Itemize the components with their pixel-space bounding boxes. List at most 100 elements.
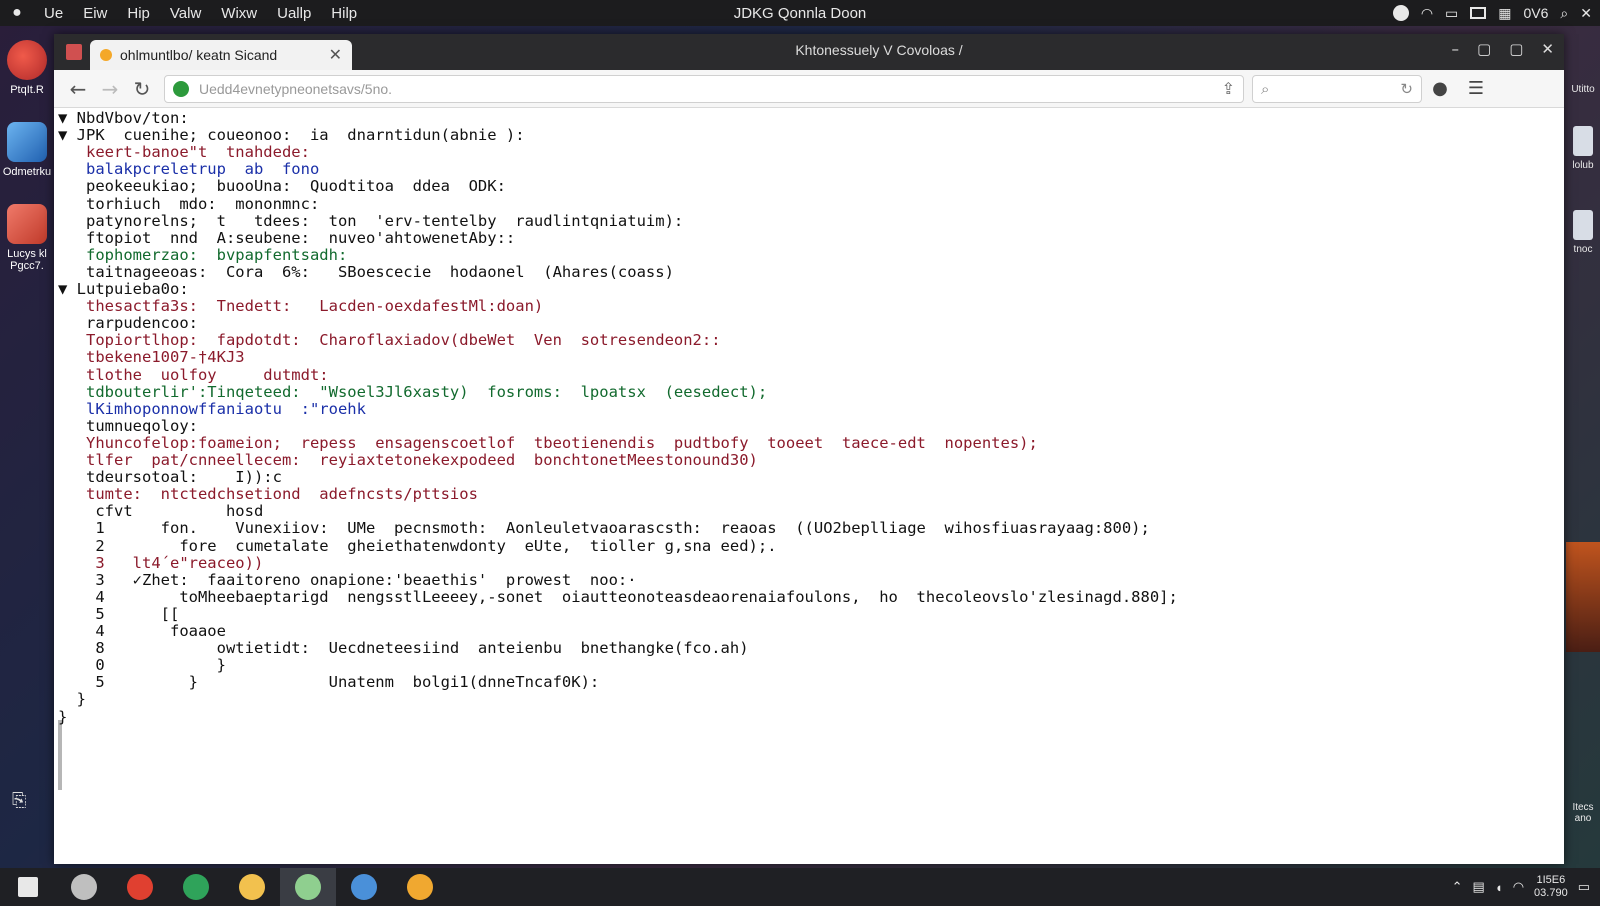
clipboard-icon[interactable]: ⎘ [12, 790, 26, 811]
clock[interactable]: 1I5E6 03.790 [1534, 874, 1568, 900]
desktop-icon-label: Lucys kl Pgcc7. [7, 248, 47, 272]
maximize-icon[interactable]: ▢ [1509, 40, 1523, 58]
menu-item-4[interactable]: Valw [160, 5, 211, 22]
right-icon-3[interactable]: tnoc [1568, 210, 1598, 255]
code-line: ▼ Lutpuieba0o: [58, 280, 189, 298]
code-line: 5 } Unatenm bolgi1(dnneTncaf0K): [58, 673, 600, 692]
search-icon[interactable]: ⌕ [1560, 5, 1568, 22]
code-line: balakpcreletrup ab fono [58, 160, 320, 179]
folder-icon[interactable] [224, 868, 280, 906]
code-line: 2 fore cumetalate gheiethatenwdonty eUte… [58, 536, 777, 555]
menu-item-5[interactable]: Wixw [211, 5, 267, 22]
app-people-icon [7, 204, 47, 244]
code-line: cfvt hosd [58, 502, 264, 521]
desktop-icon-1[interactable]: PtqIt.R [0, 40, 54, 96]
app-disk-icon [7, 122, 47, 162]
desktop-icon-3[interactable]: Lucys kl Pgcc7. [0, 204, 54, 272]
menu-item-2[interactable]: Eiw [73, 5, 117, 22]
share-icon[interactable]: ⇪ [1222, 79, 1235, 99]
code-line: torhiuch mdo: mononmnc: [58, 194, 320, 213]
reload-icon[interactable]: ↻ [126, 77, 158, 101]
address-url[interactable]: Uedd4evnetypneonetsavs/5no. [199, 81, 1222, 97]
notes-icon-glyph [295, 874, 321, 900]
browser-tab[interactable]: ohlmuntlbo/ keatn Sicand ✕ [90, 40, 352, 70]
right-icon-1[interactable]: Utitto [1568, 84, 1598, 95]
code-line: 3 lt4´e"reaceo)) [58, 553, 264, 572]
edge-icon-glyph [183, 874, 209, 900]
menu-item-6[interactable]: Uallp [267, 5, 321, 22]
app-globe-icon [7, 40, 47, 80]
menubar-status: ◠ ▭ ▦ 0V6 ⌕ ✕ [1392, 0, 1592, 26]
right-icon-2[interactable]: lolub [1568, 126, 1598, 171]
window-controls: – ▢ ▢ ✕ [1452, 40, 1554, 58]
keyboard-icon[interactable]: ▦ [1498, 5, 1511, 22]
menu-item-3[interactable]: Hip [117, 5, 160, 22]
code-line: 3 ✓Zhet: faaitoreno onapione:'beaethis' … [58, 570, 637, 589]
code-line: 4 foaaoe [58, 622, 226, 640]
minimize-icon[interactable]: – [1452, 40, 1460, 58]
file-icon [1573, 126, 1593, 156]
window-close-icon[interactable]: ✕ [1541, 40, 1554, 58]
wifi-tray-icon[interactable]: ◠ [1513, 879, 1524, 895]
address-bar[interactable]: Uedd4evnetypneonetsavs/5no. ⇪ [164, 74, 1244, 103]
extension-icon[interactable]: ● [1422, 78, 1458, 99]
explorer-icon-glyph [351, 874, 377, 900]
cortana-icon[interactable] [56, 868, 112, 906]
window-title: Khtonessuely V Covoloas / [795, 42, 963, 58]
code-line: taitnageeoas: Cora 6%: SBoescecie hodaon… [58, 262, 674, 281]
tab-label: ohlmuntlbo/ keatn Sicand [120, 47, 278, 63]
refresh-small-icon[interactable]: ↻ [1400, 80, 1413, 98]
taskbar: ⌃ ▤ ◖ ◠ 1I5E6 03.790 ▭ [0, 868, 1600, 906]
chevron-up-icon[interactable]: ⌃ [1452, 879, 1463, 895]
windows-start-icon[interactable] [0, 868, 56, 906]
accent-strip [1566, 542, 1600, 652]
code-line: } [58, 707, 68, 726]
tab-close-icon[interactable]: ✕ [329, 45, 342, 65]
code-line: 0 } [58, 656, 226, 675]
code-line: thesactfa3s: Tnedett: Lacden-oexdafestMl… [58, 297, 544, 316]
explorer-icon[interactable] [336, 868, 392, 906]
code-viewer[interactable]: ▼ NbdVbov/ton: ▼ JPK cuenihe; coueonoo: i… [54, 108, 1564, 862]
code-line: ▼ NbdVbov/ton: [58, 109, 189, 127]
code-line: Yhuncofelop:foameion; repess ensagenscoe… [58, 433, 1038, 452]
menu-item-7[interactable]: Hilp [321, 5, 367, 22]
edge-icon[interactable] [168, 868, 224, 906]
code-line: peokeeukiao; buooUna: Quodtitoa ddea ODK… [58, 177, 506, 196]
code-line: lKimhoponnowffaniaotu :"roehk [58, 399, 366, 418]
code-line: tumnueqoloy: [58, 416, 198, 435]
network-icon[interactable]: ▤ [1473, 879, 1485, 895]
apple-logo-icon[interactable]: ● [0, 4, 34, 22]
hamburger-menu-icon[interactable]: ☰ [1458, 78, 1494, 99]
code-line: 4 toMheebaeptarigd nengsstlLeeeey,-sonet… [58, 587, 1178, 606]
wifi-icon[interactable]: ◠ [1421, 5, 1433, 22]
app-menu-icon[interactable] [66, 44, 82, 60]
desktop-icon-2[interactable]: Odmetrku [0, 122, 54, 178]
restore-icon[interactable]: ▢ [1477, 40, 1491, 58]
secure-lock-icon [173, 80, 189, 97]
notes-icon[interactable] [280, 868, 336, 906]
battery-icon[interactable] [1470, 7, 1487, 19]
location-icon[interactable] [1392, 5, 1409, 21]
chrome-icon-glyph [127, 874, 153, 900]
scroll-indicator[interactable] [58, 720, 62, 790]
menu-item-1[interactable]: Ue [34, 5, 73, 22]
code-line: ▼ JPK cuenihe; coueonoo: ia dnarntidun(a… [58, 126, 525, 145]
notification-icon[interactable]: ▭ [1578, 879, 1590, 895]
close-icon[interactable]: ✕ [1580, 5, 1592, 22]
right-icon-label: Itecs ano [1572, 802, 1594, 824]
code-line: tdeursotoal: I)):c [58, 468, 282, 487]
display-icon[interactable]: ▭ [1445, 5, 1458, 22]
code-line: } [58, 690, 86, 709]
chrome-icon[interactable] [112, 868, 168, 906]
volume-icon[interactable]: ◖ [1495, 880, 1503, 895]
search-field[interactable]: ⌕ ↻ [1252, 74, 1422, 103]
browser-toolbar: ← → ↻ Uedd4evnetypneonetsavs/5no. ⇪ ⌕ ↻ … [54, 70, 1564, 108]
back-arrow-icon[interactable]: ← [62, 77, 94, 101]
pin-app-icon[interactable] [392, 868, 448, 906]
code-line: patynorelns; t tdees: ton 'erv-tentelby … [58, 211, 684, 230]
forward-arrow-icon[interactable]: → [94, 77, 126, 101]
file-icon [1573, 210, 1593, 240]
code-line: keert-banoe"t tnahdede: [58, 143, 310, 162]
system-tray: ⌃ ▤ ◖ ◠ 1I5E6 03.790 ▭ [1452, 868, 1590, 906]
right-icon-4[interactable]: Itecs ano [1568, 802, 1598, 824]
